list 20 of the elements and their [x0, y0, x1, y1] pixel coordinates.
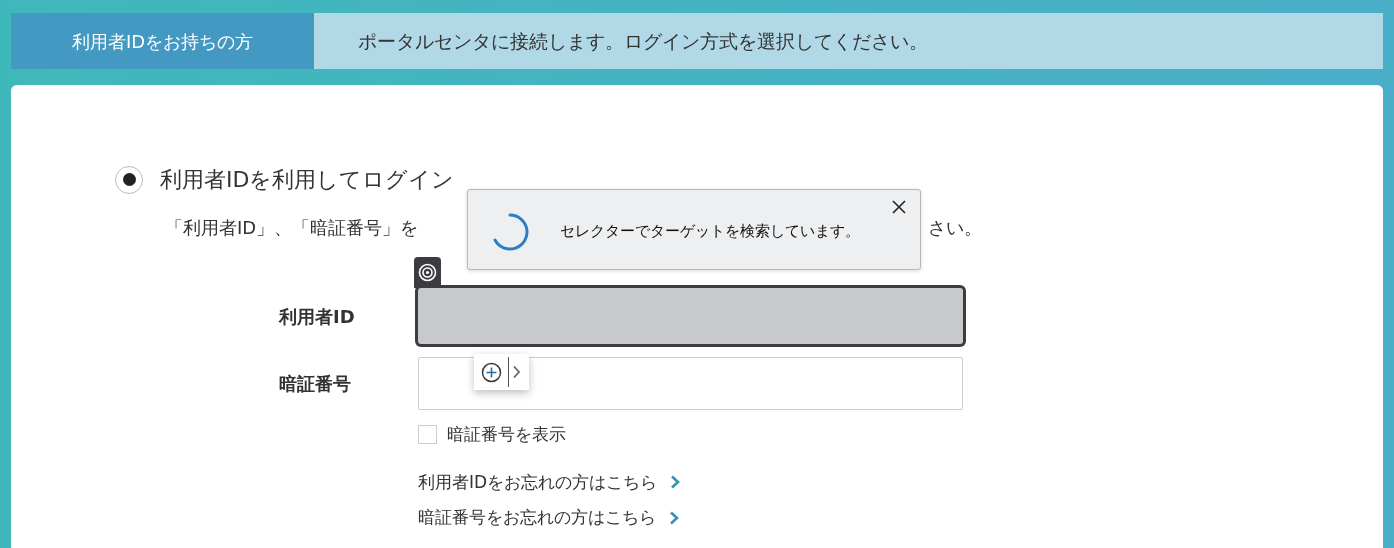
radio-button[interactable] [115, 165, 143, 194]
field-label: 利用者ID [279, 304, 356, 329]
instruction-text: さい。 [928, 216, 982, 240]
close-icon[interactable] [892, 200, 906, 214]
login-option-label: 利用者IDを利用してログイン [160, 166, 455, 194]
target-badge-icon [414, 257, 441, 288]
link[interactable]: 利用者IDをお忘れの方はこちら [418, 469, 658, 495]
instruction-text: 「利用者ID」、「暗証番号」を [165, 216, 419, 240]
add-icon[interactable] [481, 361, 502, 383]
checkbox-label: 暗証番号を表示 [447, 423, 566, 446]
field-label: 暗証番号 [279, 372, 352, 396]
header-message: ポータルセンタに接続します。ログイン方式を選択してください。 [314, 13, 1383, 69]
input-field[interactable] [418, 288, 963, 344]
link[interactable]: 暗証番号をお忘れの方はこちら [418, 505, 656, 531]
input-field[interactable] [418, 357, 963, 410]
chevron-right-icon [670, 475, 681, 490]
chevron-right-icon [669, 510, 679, 525]
checkbox[interactable] [418, 425, 437, 445]
popup-message: セレクターでターゲットを検索しています。 [560, 221, 860, 242]
chevron-right-icon[interactable] [512, 365, 521, 379]
